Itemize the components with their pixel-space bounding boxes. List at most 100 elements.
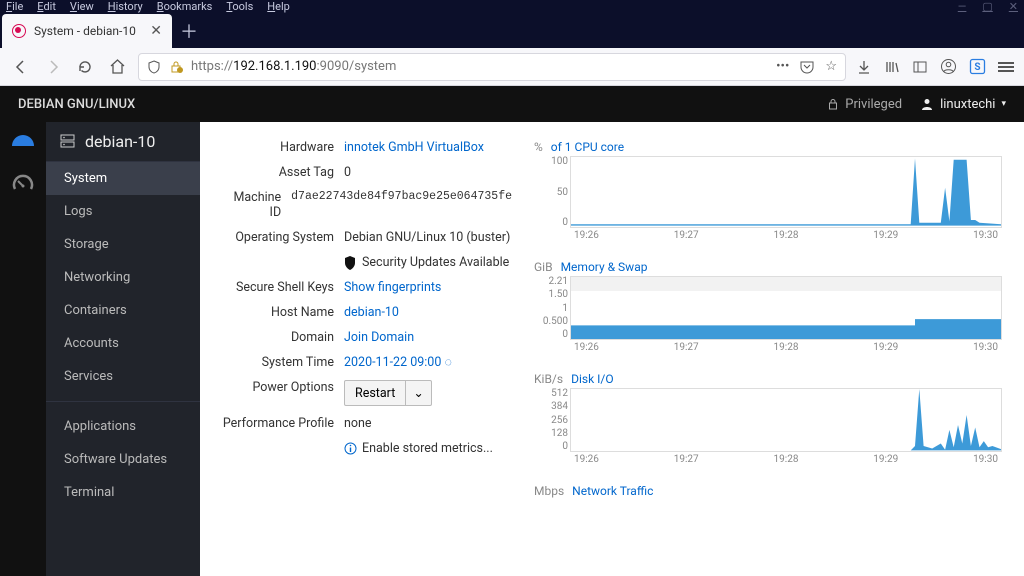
machine-id-label: Machine ID — [222, 190, 281, 220]
lock-icon — [827, 98, 839, 110]
sidebar: debian-10 System Logs Storage Networking… — [0, 122, 200, 576]
enable-metrics-link[interactable]: Enable stored metrics... — [344, 441, 512, 456]
asset-tag-value: 0 — [344, 165, 512, 180]
nav-terminal[interactable]: Terminal — [46, 476, 200, 509]
ssh-keys-label: Secure Shell Keys — [222, 280, 334, 295]
app-menu-button[interactable] — [998, 60, 1014, 74]
cpu-unit: % — [534, 140, 543, 154]
ssh-keys-link[interactable]: Show fingerprints — [344, 280, 512, 295]
library-icon[interactable] — [884, 59, 900, 75]
hostname-label: Host Name — [222, 305, 334, 320]
server-icon — [60, 134, 75, 149]
reader-pocket-icon[interactable] — [799, 59, 815, 75]
cpu-chart-link[interactable]: of 1 CPU core — [551, 140, 624, 154]
hardware-label: Hardware — [222, 140, 334, 155]
account-icon[interactable] — [940, 58, 957, 75]
info-icon — [344, 442, 357, 455]
menu-file[interactable]: File — [6, 0, 23, 13]
security-updates-link[interactable]: Security Updates Available — [344, 255, 512, 270]
nav-networking[interactable]: Networking — [46, 261, 200, 294]
shield-icon — [147, 60, 161, 74]
dashboard-icon[interactable] — [10, 132, 36, 148]
sidebar-iconbar — [0, 122, 46, 576]
nav-home-button[interactable] — [106, 56, 128, 78]
lock-warning-icon — [169, 60, 183, 74]
user-menu[interactable]: linuxtechi ▾ — [920, 97, 1006, 112]
power-options-caret[interactable]: ⌄ — [406, 380, 431, 406]
os-value: Debian GNU/Linux 10 (buster) — [344, 230, 512, 245]
url-text: https://192.168.1.190:9090/system — [191, 59, 396, 74]
nav-containers[interactable]: Containers — [46, 294, 200, 327]
network-chart: Mbps Network Traffic — [534, 484, 1002, 498]
charts-panel: %of 1 CPU core 100500 19:2619:2719:2819:… — [534, 140, 1002, 558]
perf-profile-value: none — [344, 416, 512, 431]
nav-back-button[interactable] — [10, 56, 32, 78]
svg-text:S: S — [974, 62, 980, 73]
hardware-value[interactable]: innotek GmbH VirtualBox — [344, 140, 512, 155]
sync-spinner-icon: ◌ — [444, 355, 451, 370]
cockpit-topbar: DEBIAN GNU/LINUX Privileged linuxtechi ▾ — [0, 86, 1024, 122]
bookmark-star-icon[interactable]: ☆ — [825, 59, 837, 75]
disk-chart: KiB/sDisk I/O 5123842561280 19:2619:2719… — [534, 372, 1002, 466]
main-content: Hardware innotek GmbH VirtualBox Asset Ta… — [200, 122, 1024, 576]
nav-software-updates[interactable]: Software Updates — [46, 443, 200, 476]
os-brand: DEBIAN GNU/LINUX — [18, 97, 135, 112]
menu-tools[interactable]: Tools — [226, 0, 253, 13]
menu-edit[interactable]: Edit — [37, 0, 56, 13]
disk-unit: KiB/s — [534, 372, 563, 386]
mem-unit: GiB — [534, 260, 553, 274]
tab-close-icon[interactable]: ✕ — [150, 23, 162, 39]
new-tab-button[interactable]: ＋ — [172, 14, 206, 48]
debian-favicon-icon — [12, 24, 26, 38]
net-unit: Mbps — [534, 484, 564, 498]
menu-view[interactable]: View — [70, 0, 94, 13]
nav-system[interactable]: System — [46, 162, 200, 195]
network-chart-link[interactable]: Network Traffic — [572, 484, 653, 498]
nav-services[interactable]: Services — [46, 360, 200, 393]
disk-chart-link[interactable]: Disk I/O — [571, 372, 614, 386]
tab-title: System - debian-10 — [34, 24, 136, 38]
window-close-icon[interactable]: ✕ — [1009, 0, 1018, 13]
memory-chart: GiBMemory & Swap 2.211.5010.5000 19:2619… — [534, 260, 1002, 354]
domain-link[interactable]: Join Domain — [344, 330, 512, 345]
browser-tab-active[interactable]: System - debian-10 ✕ — [2, 14, 172, 48]
nav-logs[interactable]: Logs — [46, 195, 200, 228]
sidebar-toggle-icon[interactable] — [912, 59, 928, 75]
system-time-link[interactable]: 2020-11-22 09:00 ◌ — [344, 355, 512, 370]
menu-help[interactable]: Help — [267, 0, 290, 13]
system-time-label: System Time — [222, 355, 334, 370]
browser-menubar: File Edit View History Bookmarks Tools H… — [0, 0, 1024, 10]
window-minimize-icon[interactable]: — — [958, 0, 967, 13]
nav-accounts[interactable]: Accounts — [46, 327, 200, 360]
system-info-panel: Hardware innotek GmbH VirtualBox Asset Ta… — [222, 140, 512, 558]
memory-chart-link[interactable]: Memory & Swap — [561, 260, 648, 274]
sidebar-nav: debian-10 System Logs Storage Networking… — [46, 122, 200, 576]
power-options-label: Power Options — [222, 380, 334, 395]
browser-tabstrip: System - debian-10 ✕ ＋ — [0, 10, 1024, 48]
domain-label: Domain — [222, 330, 334, 345]
hostname-link[interactable]: debian-10 — [344, 305, 512, 320]
url-bar[interactable]: https://192.168.1.190:9090/system ••• ☆ — [138, 53, 846, 81]
extension-s-icon[interactable]: S — [969, 58, 986, 75]
nav-storage[interactable]: Storage — [46, 228, 200, 261]
privileged-indicator[interactable]: Privileged — [827, 97, 902, 112]
user-icon — [920, 97, 934, 111]
downloads-icon[interactable] — [856, 59, 872, 75]
nav-applications[interactable]: Applications — [46, 410, 200, 443]
nav-forward-button — [42, 56, 64, 78]
sidebar-host[interactable]: debian-10 — [46, 122, 200, 162]
os-label: Operating System — [222, 230, 334, 245]
gauge-icon[interactable] — [12, 172, 34, 194]
machine-id-value: d7ae22743de84f97bac9e25e064735fe — [291, 190, 512, 203]
chevron-down-icon: ▾ — [1001, 99, 1006, 109]
asset-tag-label: Asset Tag — [222, 165, 334, 180]
nav-reload-button[interactable] — [74, 56, 96, 78]
menu-bookmarks[interactable]: Bookmarks — [157, 0, 213, 13]
perf-profile-label: Performance Profile — [222, 416, 334, 431]
menu-history[interactable]: History — [108, 0, 143, 13]
security-shield-icon — [344, 256, 356, 270]
window-maximize-icon[interactable]: ▢ — [982, 0, 992, 13]
page-actions-icon[interactable]: ••• — [776, 59, 789, 75]
browser-toolbar: https://192.168.1.190:9090/system ••• ☆ … — [0, 48, 1024, 86]
restart-button[interactable]: Restart — [344, 380, 406, 406]
